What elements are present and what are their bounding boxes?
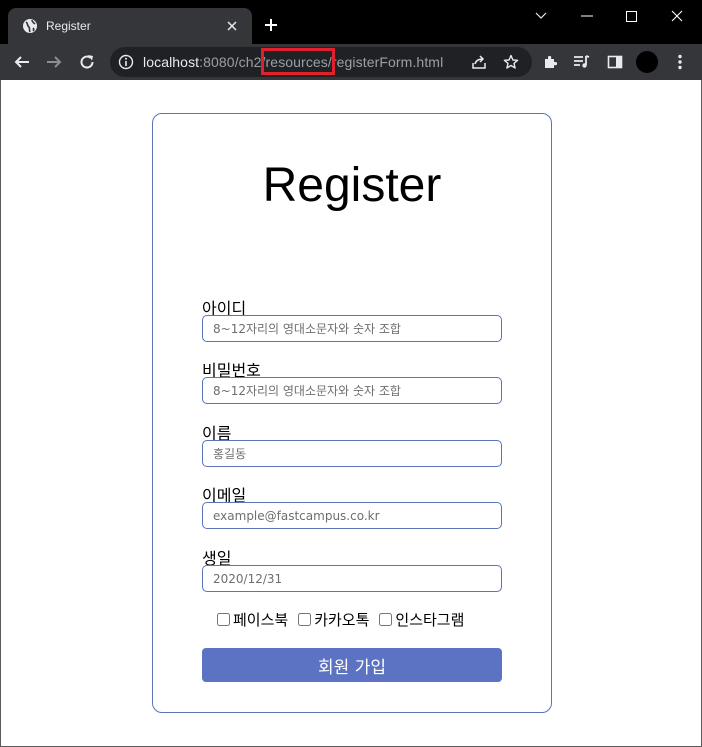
browser-toolbar: localhost:8080/ch2/resources/registerFor… <box>0 44 702 80</box>
browser-tab[interactable]: Register <box>8 8 252 44</box>
kakaotalk-label: 카카오톡 <box>314 611 370 629</box>
media-control-icon[interactable] <box>572 52 592 72</box>
minimize-icon[interactable] <box>564 2 610 30</box>
new-tab-icon[interactable] <box>260 14 282 36</box>
tab-bar: Register <box>0 0 702 44</box>
close-tab-icon[interactable] <box>222 16 242 36</box>
sns-facebook[interactable]: 페이스북 <box>217 609 288 630</box>
name-input[interactable] <box>202 440 502 467</box>
kakaotalk-checkbox[interactable] <box>298 613 312 626</box>
tab-search-icon[interactable] <box>518 2 564 30</box>
facebook-checkbox[interactable] <box>217 613 230 626</box>
page-viewport: Register 아이디 비밀번호 이름 이메일 생일 페이스북 카카오톡 인스… <box>0 80 702 747</box>
maximize-icon[interactable] <box>608 2 654 30</box>
close-window-icon[interactable] <box>654 2 700 30</box>
info-icon[interactable] <box>118 54 134 70</box>
globe-icon <box>23 19 37 33</box>
register-button[interactable]: 회원 가입 <box>202 648 502 682</box>
url-host: localhost <box>143 54 200 70</box>
extensions-icon[interactable] <box>540 52 560 72</box>
instagram-checkbox[interactable] <box>379 613 393 626</box>
tab-title: Register <box>46 19 91 33</box>
side-panel-icon[interactable] <box>605 52 625 72</box>
back-icon[interactable] <box>9 49 35 75</box>
sns-instagram[interactable]: 인스타그램 <box>379 609 464 630</box>
instagram-label: 인스타그램 <box>395 611 465 629</box>
url-highlight-box <box>261 48 335 75</box>
sns-options: 페이스북 카카오톡 인스타그램 <box>217 609 474 630</box>
id-input[interactable] <box>202 315 502 342</box>
facebook-label: 페이스북 <box>233 611 289 629</box>
share-icon[interactable] <box>471 54 487 70</box>
forward-icon[interactable] <box>41 49 67 75</box>
reload-icon[interactable] <box>74 49 100 75</box>
more-menu-icon[interactable] <box>670 52 690 72</box>
register-form: Register 아이디 비밀번호 이름 이메일 생일 페이스북 카카오톡 인스… <box>152 113 552 713</box>
profile-avatar[interactable] <box>636 51 658 73</box>
email-input[interactable] <box>202 502 502 529</box>
star-icon[interactable] <box>503 54 519 70</box>
password-input[interactable] <box>202 377 502 404</box>
form-title: Register <box>262 159 442 212</box>
sns-kakaotalk[interactable]: 카카오톡 <box>298 609 369 630</box>
birthday-input[interactable] <box>202 565 502 592</box>
